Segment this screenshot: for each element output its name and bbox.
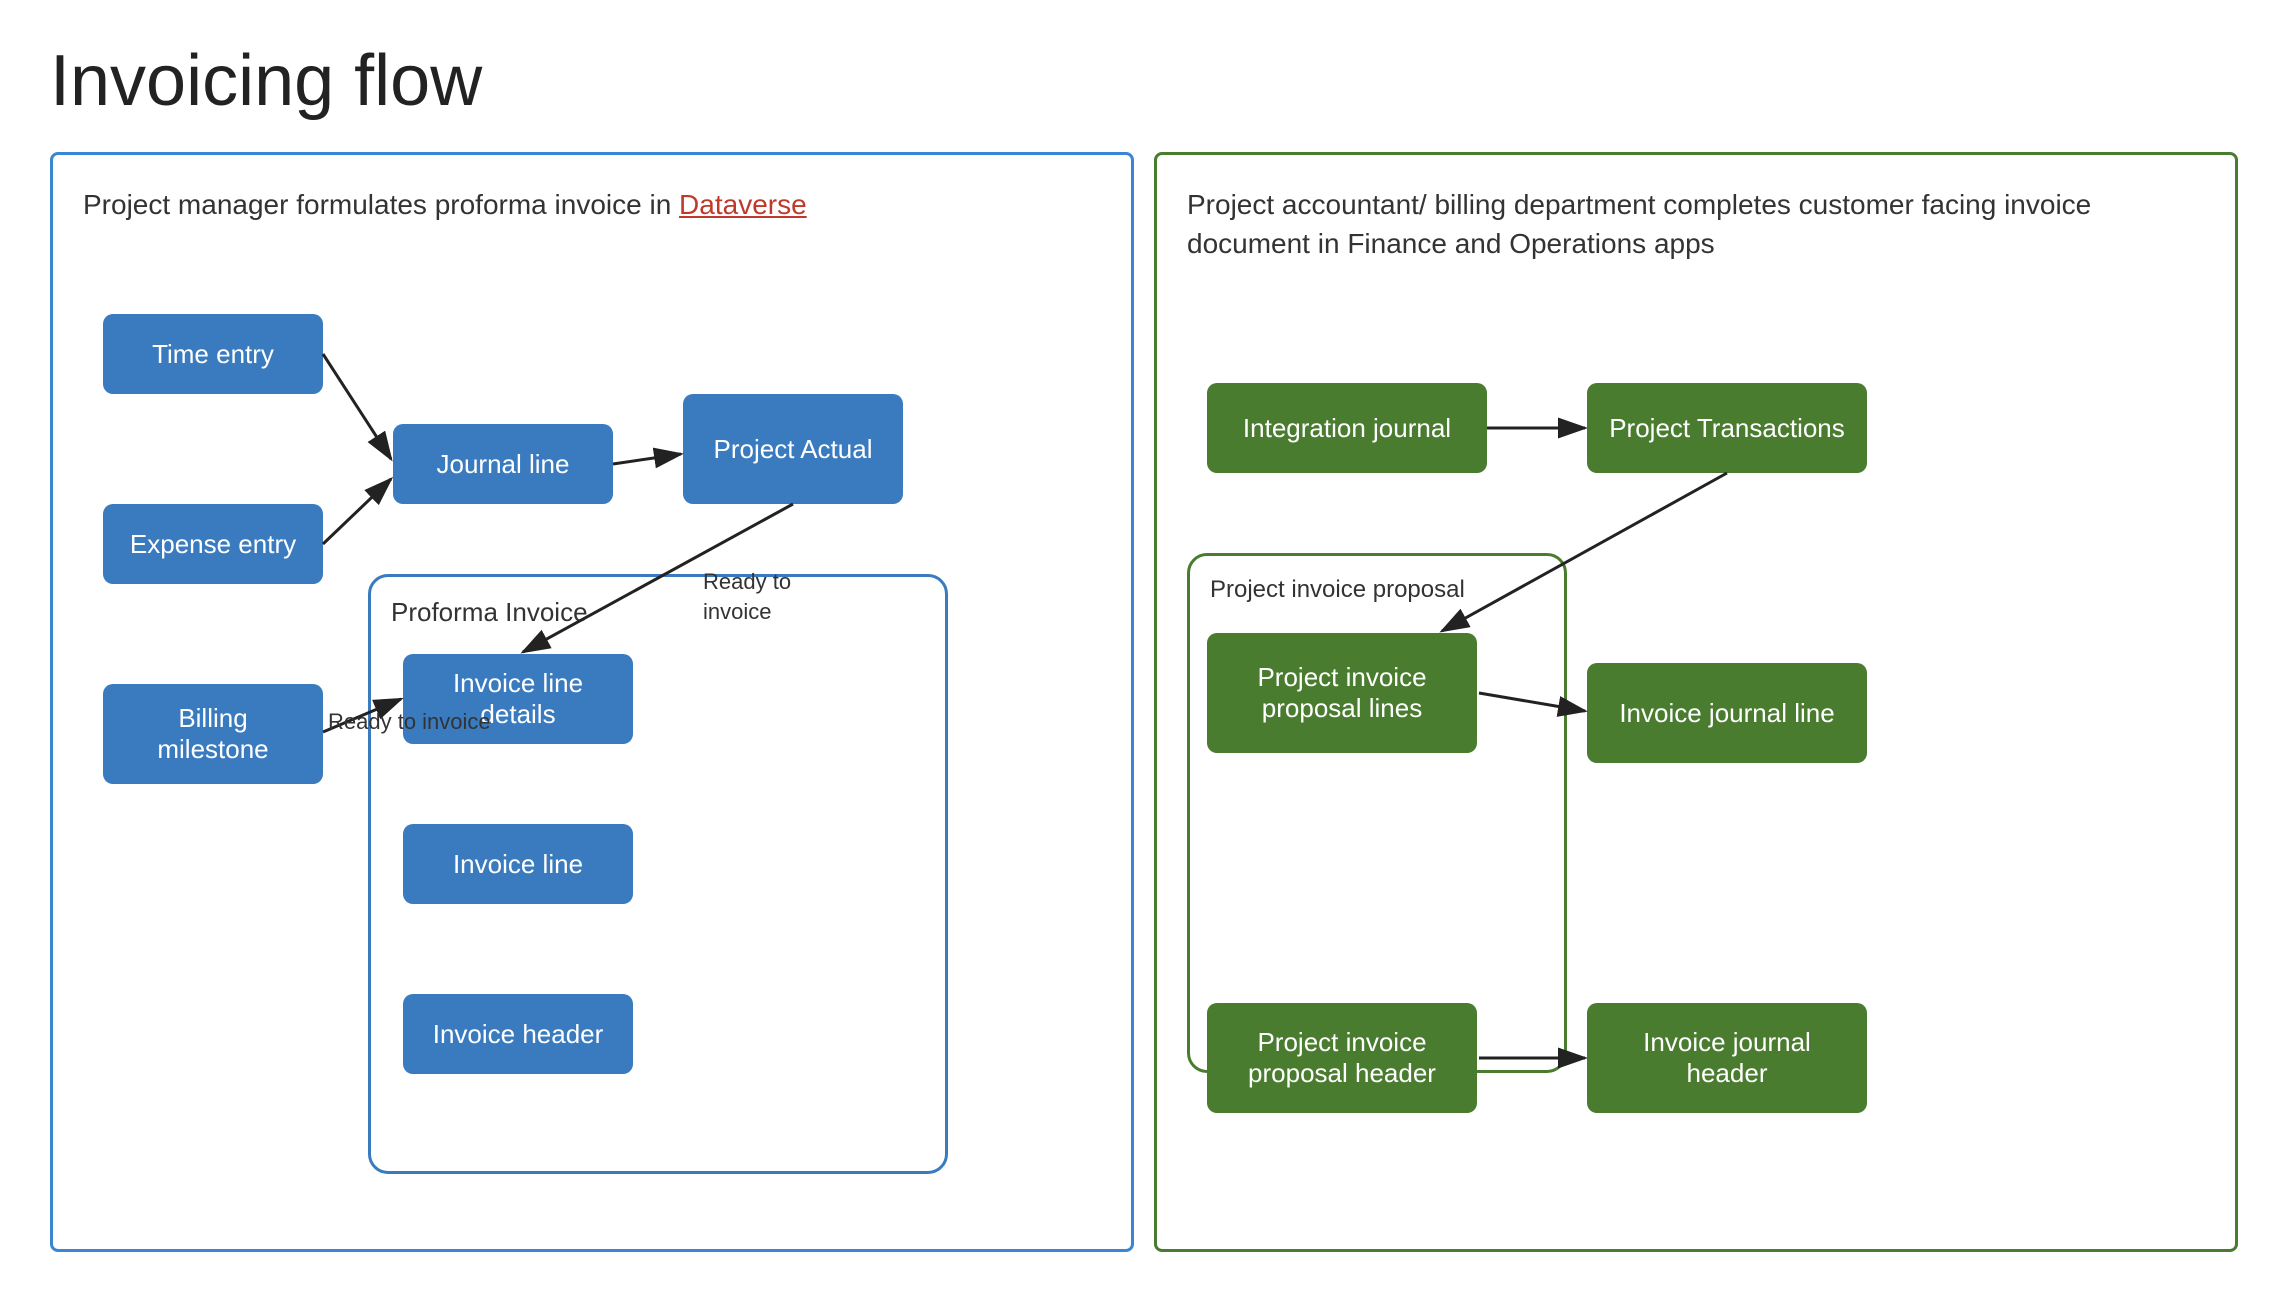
proposal-header-box: Project invoice proposal header	[1207, 1003, 1477, 1113]
right-content: Integration journal Project Transactions…	[1187, 303, 2205, 1253]
right-panel-title: Project accountant/ billing department c…	[1187, 185, 2205, 263]
expense-entry-box: Expense entry	[103, 504, 323, 584]
integration-journal-box: Integration journal	[1207, 383, 1487, 473]
right-panel: Project accountant/ billing department c…	[1154, 152, 2238, 1252]
invoice-journal-header-box: Invoice journal header	[1587, 1003, 1867, 1113]
project-transactions-box: Project Transactions	[1587, 383, 1867, 473]
time-entry-box: Time entry	[103, 314, 323, 394]
left-content: Time entry Expense entry Billing milesto…	[83, 264, 1101, 1214]
proposal-lines-box: Project invoice proposal lines	[1207, 633, 1477, 753]
invoice-line-details-box: Invoice line details	[403, 654, 633, 744]
invoice-journal-line-box: Invoice journal line	[1587, 663, 1867, 763]
left-panel-title: Project manager formulates proforma invo…	[83, 185, 1101, 224]
proposal-label: Project invoice proposal	[1210, 576, 1544, 604]
invoice-header-box: Invoice header	[403, 994, 633, 1074]
project-actual-box: Project Actual	[683, 394, 903, 504]
page-title: Invoicing flow	[50, 40, 2238, 122]
proforma-label: Proforma Invoice	[391, 597, 925, 628]
journal-line-box: Journal line	[393, 424, 613, 504]
invoice-line-box: Invoice line	[403, 824, 633, 904]
proposal-box: Project invoice proposal	[1187, 553, 1567, 1073]
billing-milestone-box: Billing milestone	[103, 684, 323, 784]
main-container: Project manager formulates proforma invo…	[50, 152, 2238, 1252]
left-panel: Project manager formulates proforma invo…	[50, 152, 1134, 1252]
